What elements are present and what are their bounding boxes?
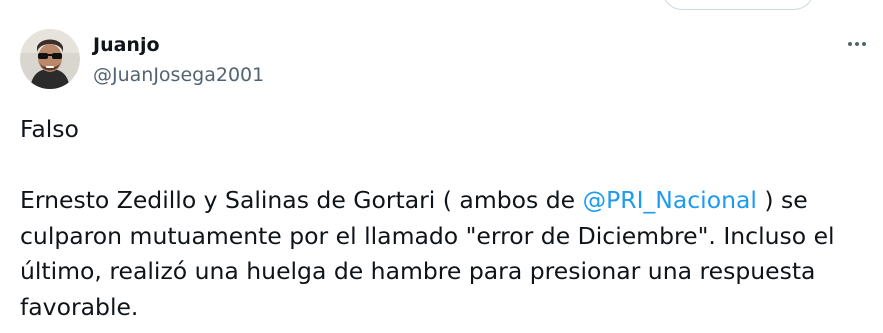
more-dot	[855, 42, 859, 46]
tweet-text: Falso Ernesto Zedillo y Salinas de Gorta…	[20, 112, 870, 325]
more-icon[interactable]	[838, 30, 876, 58]
avatar[interactable]	[20, 29, 80, 89]
author-handle[interactable]: @JuanJosega2001	[93, 63, 264, 87]
more-dot	[848, 42, 852, 46]
mention-link[interactable]: @PRI_Nacional	[583, 186, 757, 214]
avatar-image	[20, 29, 80, 89]
tweet-text-prefix: Ernesto Zedillo y Salinas de Gortari ( a…	[20, 186, 583, 214]
more-dot	[862, 42, 866, 46]
author-display-name[interactable]: Juanjo	[93, 33, 160, 57]
tweet-paragraph: Ernesto Zedillo y Salinas de Gortari ( a…	[20, 183, 870, 325]
tweet-line-1: Falso	[20, 115, 79, 143]
follow-button[interactable]	[662, 0, 814, 10]
